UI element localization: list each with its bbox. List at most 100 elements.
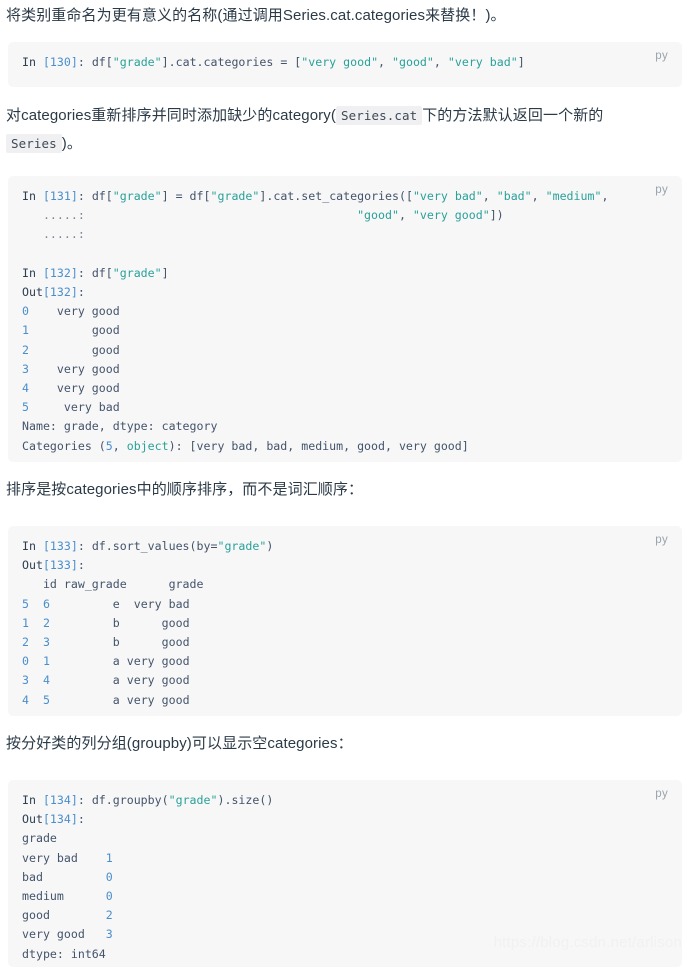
- space-1: [36, 55, 43, 69]
- code-line1-a: : df.sort_values(by=: [77, 539, 218, 553]
- code-line1-b: ] = df[: [161, 189, 211, 203]
- group-label: medium: [22, 889, 64, 904]
- group-label: bad: [22, 869, 43, 884]
- code-content: In [133]: df.sort_values(by="grade") Out…: [22, 537, 668, 710]
- prompt-out-label: Out: [22, 285, 43, 300]
- prompt-in-label-2: In: [22, 265, 36, 280]
- code-line1-b: ).size(): [217, 793, 274, 807]
- code-sep-1: ,: [378, 55, 393, 69]
- language-tag: py: [655, 788, 668, 800]
- prompt-counter: [130]: [42, 55, 78, 69]
- row-index: 3: [22, 673, 29, 688]
- paragraph-text-b: 下的方法默认返回一个新的: [422, 107, 604, 124]
- language-tag: py: [655, 184, 668, 196]
- code-block-133: py In [133]: df.sort_values(by="grade") …: [8, 526, 682, 716]
- string-good: "good": [357, 208, 399, 223]
- dtype-line: dtype: int64: [22, 946, 106, 961]
- language-tag: py: [655, 534, 668, 546]
- string-very-good: "very good": [301, 55, 379, 69]
- prompt-in-label: In: [22, 189, 36, 203]
- string-grade-1: "grade": [112, 189, 162, 203]
- prompt-in-label: In: [22, 55, 36, 69]
- output-counter: [132]: [42, 285, 78, 300]
- series-value: very good: [56, 361, 120, 376]
- code-expr-b: ].cat.categories = [: [161, 55, 302, 69]
- row-index: 1: [22, 615, 29, 630]
- paragraph-sort-order: 排序是按categories中的顺序排序，而不是词汇顺序：: [0, 476, 690, 504]
- series-index: 5: [22, 400, 29, 415]
- row-raw-grade: a: [112, 692, 120, 707]
- row-index: 2: [22, 635, 29, 650]
- continuation-dots-1: .....:: [22, 208, 85, 223]
- code-colon: :: [77, 55, 92, 69]
- row-id: 6: [42, 596, 50, 611]
- string-grade: "grade": [168, 793, 218, 807]
- row-id: 4: [42, 673, 50, 688]
- code-line1-e: ,: [531, 189, 546, 203]
- paragraph-text-c: )。: [61, 135, 82, 152]
- string-grade: "grade": [112, 55, 162, 69]
- prompt-counter: [134]: [42, 793, 78, 807]
- prompt-counter-2: [132]: [42, 265, 78, 280]
- inline-code-series-cat: Series.cat: [335, 106, 423, 125]
- string-very-bad: "very bad": [412, 189, 483, 203]
- row-grade: very good: [126, 692, 190, 707]
- string-medium: "medium": [545, 189, 602, 203]
- code-block-134: py In [134]: df.groupby("grade").size() …: [8, 780, 682, 967]
- prompt-out-label: Out: [22, 812, 43, 827]
- code-line1-d: ,: [482, 189, 497, 203]
- row-raw-grade: a: [112, 654, 120, 669]
- series-index-name: grade: [22, 831, 57, 846]
- code-line1-f: ,: [601, 189, 609, 203]
- row-raw-grade: b: [112, 615, 120, 630]
- code-line2-pad: [85, 208, 357, 222]
- code-block-130: py In [130]: df["grade"].cat.categories …: [8, 42, 682, 87]
- row-grade: good: [161, 635, 190, 650]
- group-count: 0: [105, 889, 113, 904]
- inline-code-series: Series: [6, 134, 62, 153]
- output-counter: [133]: [42, 558, 78, 573]
- code-line1-a: : df[: [77, 189, 113, 203]
- string-grade-3: "grade": [112, 265, 162, 280]
- string-grade: "grade": [217, 539, 267, 553]
- categories-line-c: ): [very bad, bad, medium, good, very go…: [168, 438, 469, 453]
- series-value: very good: [56, 381, 120, 396]
- code-expr-a: df[: [91, 55, 113, 69]
- row-raw-grade: e: [112, 596, 120, 611]
- group-label: good: [22, 908, 50, 923]
- code-sep-2: ,: [433, 55, 448, 69]
- string-bad: "bad": [496, 189, 532, 203]
- series-value: good: [91, 323, 120, 338]
- paragraph-text: 按分好类的列分组(groupby)可以显示空categories：: [6, 735, 353, 752]
- output-colon: :: [77, 285, 85, 300]
- table-header-row: id raw_grade grade: [22, 577, 204, 592]
- row-index: 5: [22, 596, 29, 611]
- categories-line-b: ,: [112, 438, 127, 453]
- output-colon: :: [77, 558, 85, 573]
- code-line1-c: ].cat.set_categories([: [259, 189, 413, 203]
- series-index: 1: [22, 323, 29, 338]
- series-value: very good: [56, 304, 120, 319]
- series-index: 2: [22, 342, 29, 357]
- code-expr-c: ]: [517, 55, 525, 69]
- categories-line-a: Categories (: [22, 438, 106, 453]
- row-id: 5: [42, 692, 50, 707]
- row-id: 3: [42, 635, 50, 650]
- paragraph-text: 排序是按categories中的顺序排序，而不是词汇顺序：: [6, 481, 364, 498]
- row-grade: very good: [126, 654, 190, 669]
- code-line5-a: : df[: [77, 265, 113, 280]
- code-line5-b: ]: [161, 265, 169, 280]
- series-name-dtype-line: Name: grade, dtype: category: [22, 419, 218, 434]
- paragraph-rename-categories: 将类别重命名为更有意义的名称(通过调用Series.cat.categories…: [0, 2, 690, 30]
- row-grade: very good: [126, 673, 190, 688]
- row-index: 4: [22, 692, 29, 707]
- prompt-in-label: In: [22, 539, 36, 553]
- code-line2-b: ]): [489, 208, 504, 223]
- row-id: 1: [42, 654, 50, 669]
- code-line1-a: : df.groupby(: [77, 793, 169, 807]
- series-index: 0: [22, 304, 29, 319]
- code-content: In [131]: df["grade"] = df["grade"].cat.…: [22, 187, 668, 456]
- row-id: 2: [42, 615, 50, 630]
- group-count: 1: [105, 850, 113, 865]
- code-block-131-132: py In [131]: df["grade"] = df["grade"].c…: [8, 176, 682, 462]
